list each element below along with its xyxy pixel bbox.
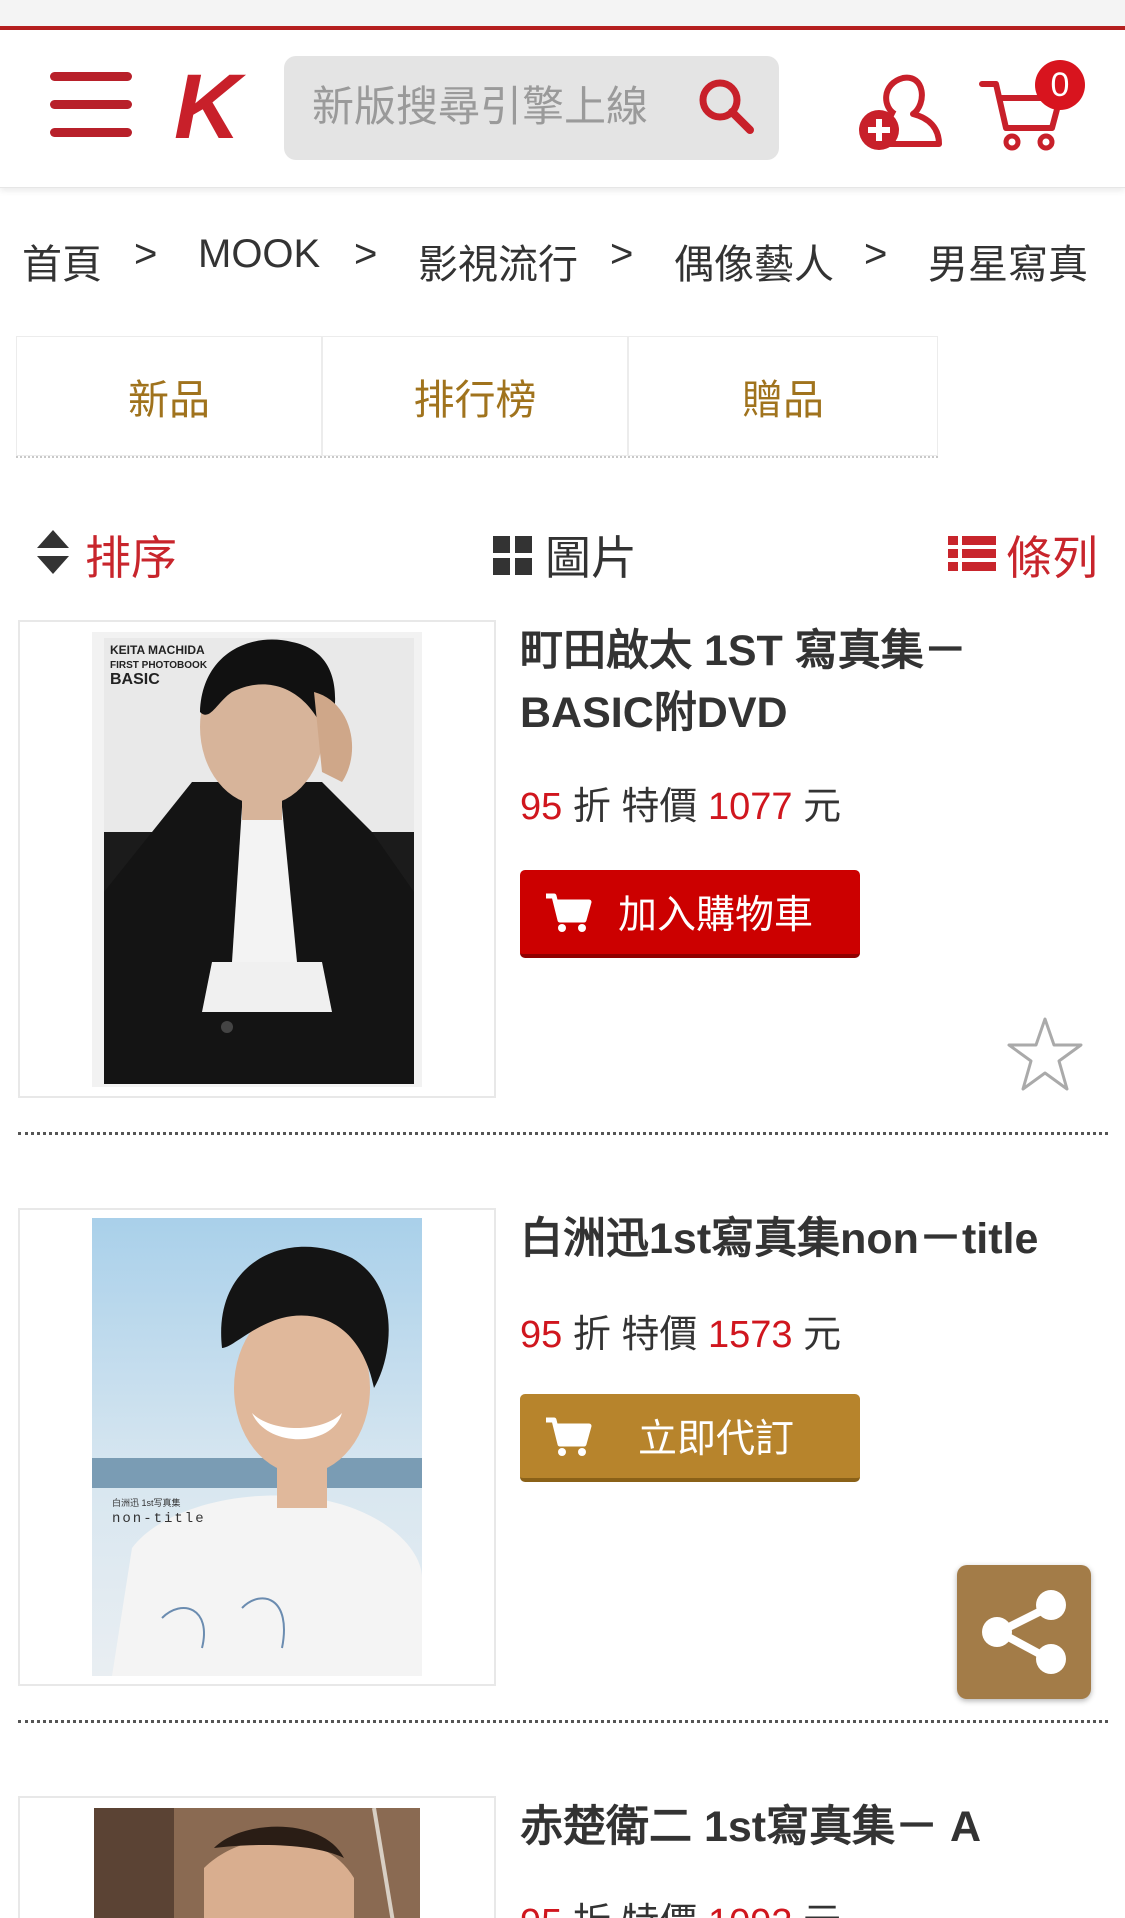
product-thumbnail[interactable] [18, 1796, 496, 1918]
discount-value: 95 [520, 1902, 562, 1918]
cover-photo: KEITA MACHIDA FIRST PHOTOBOOK BASIC [104, 638, 414, 1084]
product-price: 95 折 特價 1093 元 [520, 1891, 841, 1918]
breadcrumb-item-mook[interactable]: MOOK [198, 232, 320, 277]
breadcrumb-separator: > [864, 232, 888, 276]
add-to-cart-button[interactable]: 加入購物車 [520, 870, 860, 958]
discount-unit: 折 [573, 1902, 611, 1918]
sort-label: 排序 [85, 532, 177, 584]
price-value: 1077 [708, 786, 793, 828]
product-title[interactable]: 赤楚衛二 1st寫真集－ A [520, 1796, 1080, 1858]
price-value: 1093 [708, 1902, 793, 1918]
product-item: KEITA MACHIDA FIRST PHOTOBOOK BASIC 町田啟太… [0, 620, 1125, 1140]
discount-unit: 折 [572, 786, 611, 828]
product-cover-image: 白洲迅 1st写真集 non-title [92, 1218, 422, 1676]
sort-icon [37, 530, 69, 574]
list-view-label: 條列 [1006, 532, 1098, 584]
breadcrumb-item-idol[interactable]: 偶像藝人 [674, 232, 834, 290]
tab-new[interactable]: 新品 [16, 336, 322, 456]
breadcrumb: 首頁 > MOOK > 影視流行 > 偶像藝人 > 男星寫真 [22, 232, 1122, 292]
cover-text: non-title [112, 1511, 206, 1527]
tab-ranking[interactable]: 排行榜 [322, 336, 628, 456]
site-header: K 0 [0, 30, 1125, 188]
logo-text: K [174, 58, 247, 158]
product-item: 赤楚衛二 1st寫真集－ A 95 折 特價 1093 元 [0, 1796, 1125, 1918]
grid-view-label: 圖片 [545, 532, 637, 584]
breadcrumb-item-home[interactable]: 首頁 [22, 232, 102, 290]
breadcrumb-item-male-photobook[interactable]: 男星寫真 [928, 232, 1088, 290]
grid-icon [493, 536, 532, 575]
cart-count-badge: 0 [1035, 60, 1085, 110]
cover-photo: 白洲迅 1st写真集 non-title [92, 1218, 422, 1676]
share-button[interactable] [957, 1565, 1091, 1699]
discount-value: 95 [520, 1314, 563, 1356]
product-title[interactable]: 白洲迅1st寫真集non－title [520, 1208, 1080, 1270]
product-price: 95 折 特價 1077 元 [520, 775, 841, 830]
currency-label: 元 [803, 786, 842, 828]
cover-text: BASIC [110, 671, 160, 688]
category-tabs: 新品 排行榜 贈品 [16, 336, 938, 458]
cover-text: FIRST PHOTOBOOK [110, 660, 208, 671]
discount-value: 95 [520, 786, 563, 828]
breadcrumb-separator: > [610, 232, 634, 276]
currency-label: 元 [803, 1314, 842, 1356]
product-cover-image: KEITA MACHIDA FIRST PHOTOBOOK BASIC [92, 632, 422, 1087]
special-price-label: 特價 [621, 1902, 697, 1918]
special-price-label: 特價 [621, 1314, 698, 1356]
cover-text: 白洲迅 1st写真集 [112, 1497, 181, 1508]
search-bar[interactable] [284, 56, 779, 160]
product-price: 95 折 特價 1573 元 [520, 1303, 841, 1358]
special-price-label: 特價 [621, 786, 698, 828]
preorder-label: 立即代訂 [638, 1418, 795, 1461]
divider [18, 1132, 1108, 1135]
cover-text: KEITA MACHIDA [110, 643, 205, 657]
favorite-star-icon[interactable] [1005, 1015, 1085, 1095]
product-thumbnail[interactable]: 白洲迅 1st写真集 non-title [18, 1208, 496, 1686]
divider [18, 1720, 1108, 1723]
tab-gifts[interactable]: 贈品 [628, 336, 938, 456]
member-icon[interactable] [855, 64, 945, 154]
top-accent-bar [0, 0, 1125, 30]
breadcrumb-item-film[interactable]: 影視流行 [418, 232, 578, 290]
preorder-button[interactable]: 立即代訂 [520, 1394, 860, 1482]
price-value: 1573 [708, 1314, 793, 1356]
product-title[interactable]: 町田啟太 1ST 寫真集－BASIC附DVD [520, 620, 1080, 744]
product-cover-image [94, 1808, 420, 1918]
product-thumbnail[interactable]: KEITA MACHIDA FIRST PHOTOBOOK BASIC [18, 620, 496, 1098]
logo[interactable]: K [172, 58, 262, 158]
cart-icon [546, 1417, 592, 1456]
share-icon [982, 1590, 1066, 1674]
search-input[interactable] [312, 74, 692, 140]
discount-unit: 折 [572, 1314, 611, 1356]
breadcrumb-separator: > [134, 232, 158, 276]
breadcrumb-separator: > [354, 232, 378, 276]
search-icon[interactable] [694, 74, 758, 138]
currency-label: 元 [803, 1902, 841, 1918]
cart-icon [546, 893, 592, 932]
add-to-cart-label: 加入購物車 [618, 894, 814, 937]
hamburger-menu-icon[interactable] [50, 72, 132, 138]
list-icon [948, 536, 996, 571]
view-toolbar: 排序 圖片 條列 [0, 510, 1125, 590]
cover-photo [94, 1808, 420, 1918]
